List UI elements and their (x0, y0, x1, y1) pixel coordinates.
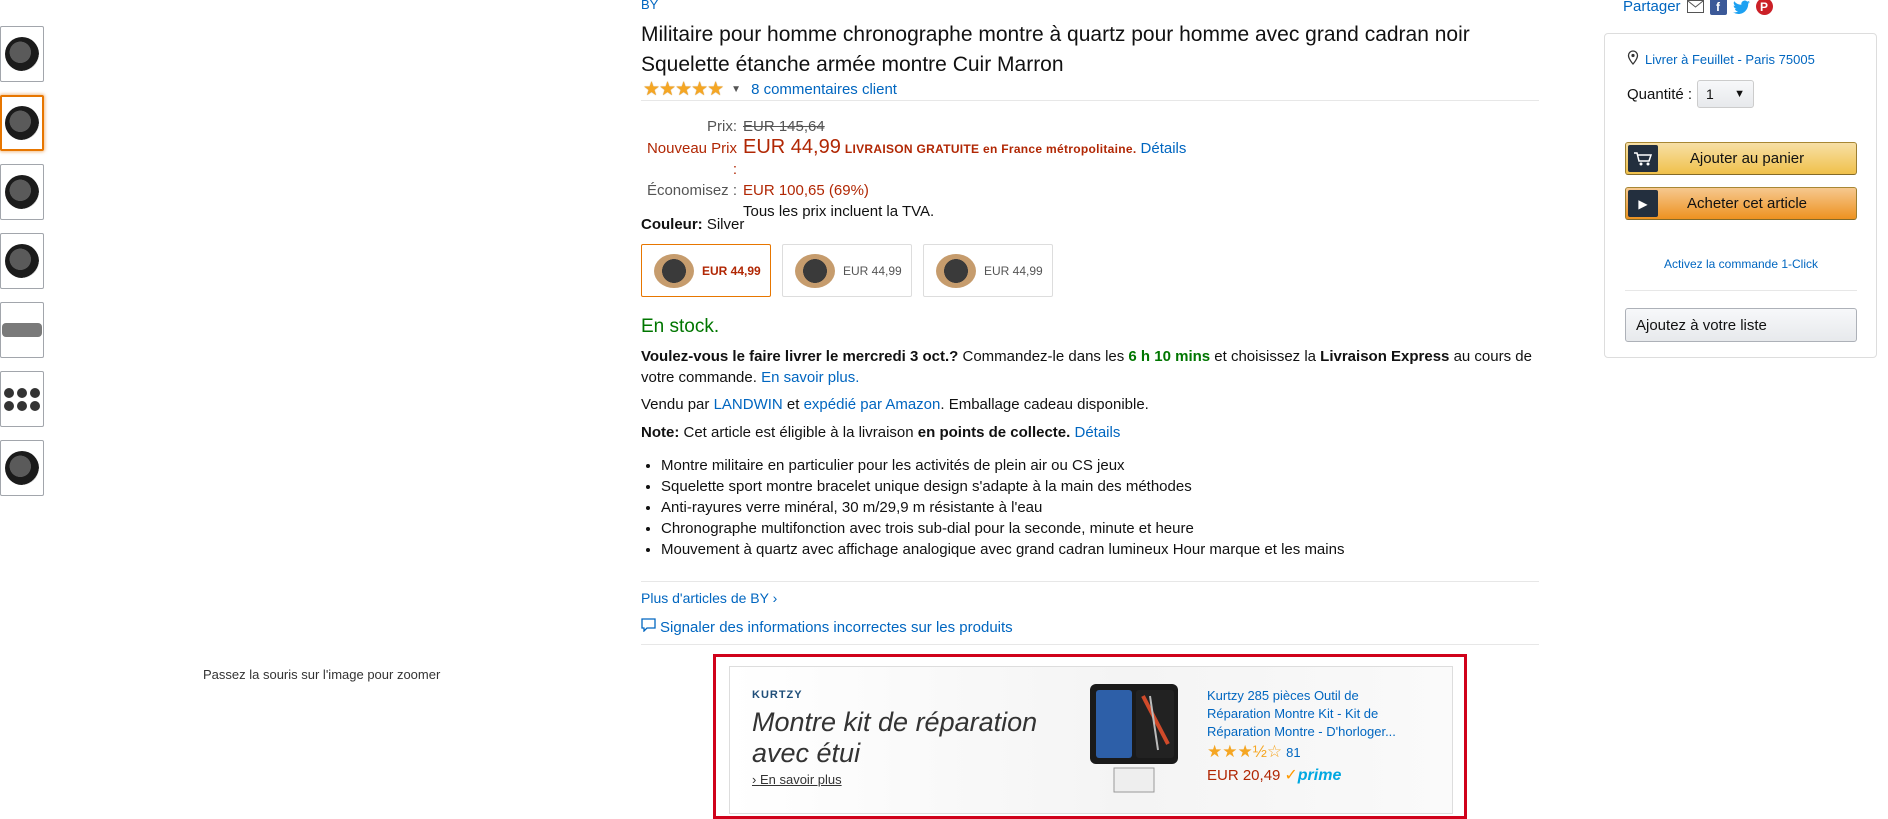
reviews-link[interactable]: 8 commentaires client (751, 81, 897, 98)
savings-label: Économisez : (646, 182, 737, 199)
watch-image (936, 253, 976, 288)
thumbnail-3[interactable] (0, 164, 44, 220)
facebook-icon[interactable]: f (1709, 0, 1727, 15)
prime-badge: ✓prime (1284, 767, 1342, 784)
list-item: Mouvement à quartz avec affichage analog… (661, 539, 1344, 560)
play-icon: ▶ (1628, 190, 1658, 217)
thumbnail-strip (0, 26, 48, 509)
more-from-brand-link[interactable]: Plus d'articles de BY › (641, 590, 777, 606)
watch-image (5, 244, 39, 278)
pickup-note: Note: Cet article est éligible à la livr… (641, 424, 1121, 441)
seller-link[interactable]: LANDWIN (714, 396, 783, 413)
watch-image (5, 451, 39, 485)
watch-image (5, 106, 39, 140)
add-to-list-button[interactable]: Ajoutez à votre liste (1625, 308, 1857, 342)
new-price-label: Nouveau Prix : (646, 140, 737, 178)
list-item: Montre militaire en particulier pour les… (661, 455, 1344, 476)
brand-link[interactable]: BY (641, 0, 658, 12)
sold-by: Vendu par LANDWIN et expédié par Amazon.… (641, 396, 1149, 413)
thumbnail-5[interactable] (0, 302, 44, 358)
ad-learn-more[interactable]: › En savoir plus (752, 772, 842, 787)
list-item: Anti-rayures verre minéral, 30 m/29,9 m … (661, 497, 1344, 518)
divider (641, 581, 1539, 582)
chevron-down-icon[interactable]: ▼ (731, 84, 741, 95)
divider (641, 100, 1539, 101)
cart-icon (1628, 145, 1658, 172)
add-to-cart-button[interactable]: Ajouter au panier (1625, 142, 1857, 175)
ad-brand: KURTZY (752, 689, 803, 701)
report-link[interactable]: Signaler des informations incorrectes su… (641, 618, 1013, 636)
list-price-label: Prix: (707, 118, 737, 135)
share-bar: Partager f P (1623, 0, 1773, 15)
pickup-details-link[interactable]: Détails (1075, 424, 1121, 441)
divider (1625, 290, 1857, 291)
color-swatches: EUR 44,99 EUR 44,99 EUR 44,99 (641, 244, 1053, 297)
quantity-select[interactable]: 1 ▼ (1697, 80, 1755, 108)
free-shipping: LIVRAISON GRATUITE en France métropolita… (844, 142, 1137, 156)
product-title: Militaire pour homme chronographe montre… (641, 23, 1470, 76)
strap-image (2, 323, 42, 337)
buy-now-button[interactable]: ▶ Acheter cet article (1625, 187, 1857, 220)
color-label: Couleur: Silver (641, 216, 745, 233)
ad-product-title[interactable]: Kurtzy 285 pièces Outil de Réparation Mo… (1207, 687, 1417, 741)
zoom-hint: Passez la souris sur l'image pour zoomer (203, 667, 441, 682)
thumbnail-7[interactable] (0, 440, 44, 496)
thumbnail-6[interactable] (0, 371, 44, 427)
swatch-option-1[interactable]: EUR 44,99 (641, 244, 771, 297)
share-link[interactable]: Partager (1623, 0, 1681, 15)
chevron-down-icon: ▼ (1734, 88, 1746, 100)
pinterest-icon[interactable]: P (1755, 0, 1773, 15)
list-price: EUR 145,64 (743, 118, 825, 135)
ad-rating[interactable]: ★★★½☆ 81 (1207, 742, 1301, 762)
ad-product-image[interactable] (1088, 684, 1180, 794)
feature-bullets: Montre militaire en particulier pour les… (641, 455, 1344, 560)
divider (641, 644, 1539, 645)
fulfilled-by-link[interactable]: expédié par Amazon (804, 396, 941, 413)
location-pin-icon (1627, 50, 1639, 68)
watch-image (654, 253, 694, 288)
deliver-to-link[interactable]: Livrer à Feuillet - Paris 75005 (1627, 50, 1815, 68)
watch-set-image (4, 387, 40, 411)
ad-price: EUR 20,49 ✓prime (1207, 766, 1342, 785)
thumbnail-2[interactable] (0, 95, 44, 151)
swatch-option-2[interactable]: EUR 44,99 (782, 244, 912, 297)
learn-more-link[interactable]: En savoir plus. (761, 369, 859, 386)
price-block: Prix: EUR 145,64 Nouveau Prix : EUR 44,9… (641, 116, 1186, 222)
stock-status: En stock. (641, 316, 720, 337)
rating-row: ★★★★★ ▼ 8 commentaires client (643, 78, 897, 101)
ad-headline[interactable]: Montre kit de réparation avec étui (752, 707, 1042, 769)
color-value: Silver (706, 216, 745, 233)
one-click-link[interactable]: Activez la commande 1-Click (1625, 257, 1857, 271)
new-price: EUR 44,99 (743, 136, 841, 158)
tax-note: Tous les prix incluent la TVA. (743, 203, 935, 220)
comment-icon (641, 618, 656, 636)
watch-image (5, 175, 39, 209)
email-icon[interactable] (1686, 0, 1704, 15)
watch-image (795, 253, 835, 288)
quantity-row: Quantité : 1 ▼ (1627, 80, 1755, 108)
swatch-option-3[interactable]: EUR 44,99 (923, 244, 1053, 297)
twitter-icon[interactable] (1732, 0, 1750, 15)
delivery-message: Voulez-vous le faire livrer le mercredi … (641, 348, 1532, 386)
shipping-details-link[interactable]: Détails (1141, 138, 1187, 159)
list-item: Squelette sport montre bracelet unique d… (661, 476, 1344, 497)
quantity-label: Quantité : (1627, 85, 1693, 103)
list-item: Chronographe multifonction avec trois su… (661, 518, 1344, 539)
watch-image (5, 37, 39, 71)
thumbnail-4[interactable] (0, 233, 44, 289)
savings-value: EUR 100,65 (69%) (743, 182, 869, 199)
thumbnail-1[interactable] (0, 26, 44, 82)
star-rating[interactable]: ★★★★★ (643, 78, 724, 101)
